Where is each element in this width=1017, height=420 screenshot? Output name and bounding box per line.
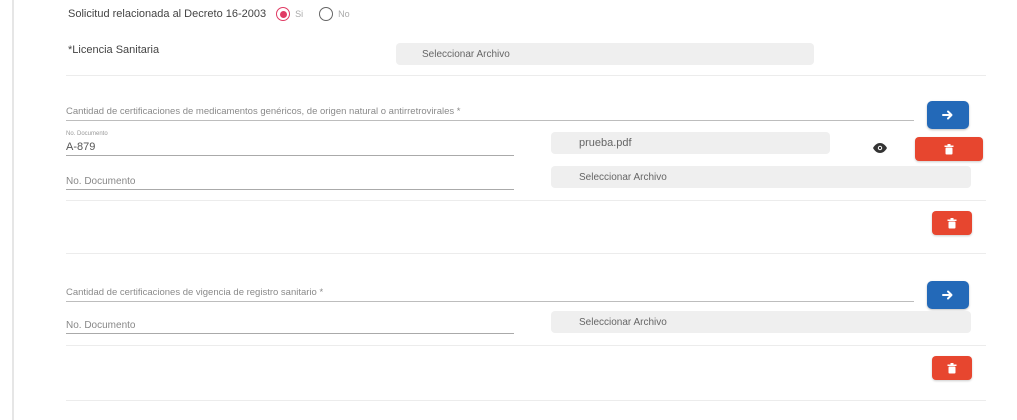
section2-add-button[interactable] [927, 281, 969, 309]
doc-value[interactable]: A-879 [66, 141, 95, 153]
arrow-right-icon [942, 110, 953, 120]
radio-option-si[interactable]: Si [276, 7, 303, 21]
uploaded-file-name: prueba.pdf [551, 132, 830, 154]
doc-input-underline [66, 189, 514, 190]
divider [66, 345, 986, 346]
divider [66, 400, 986, 401]
radio-no-label: No [338, 9, 350, 19]
arrow-right-icon [942, 290, 953, 300]
trash-icon [944, 143, 954, 154]
doc-input-placeholder[interactable]: No. Documento [66, 320, 135, 331]
licencia-label: *Licencia Sanitaria [68, 44, 160, 56]
divider [66, 200, 986, 201]
radio-si[interactable] [276, 7, 291, 21]
doc-underline [66, 155, 514, 156]
radio-no[interactable] [319, 7, 334, 21]
section2-file-button-label: Seleccionar Archivo [579, 316, 667, 328]
divider [66, 75, 986, 76]
trash-icon [947, 362, 957, 373]
section2-file-button[interactable]: Seleccionar Archivo [551, 311, 971, 333]
doc-input-underline [66, 333, 514, 334]
section2-delete-button[interactable] [932, 356, 972, 380]
delete-file-button[interactable] [915, 137, 983, 161]
section1-title: Cantidad de certificaciones de medicamen… [66, 106, 914, 121]
radio-si-label: Si [295, 9, 304, 19]
left-border [12, 0, 14, 420]
divider [66, 253, 986, 254]
trash-icon [947, 217, 957, 228]
uploaded-file-label: prueba.pdf [579, 137, 632, 149]
radio-option-no[interactable]: No [319, 7, 350, 21]
section1-add-button[interactable] [927, 101, 969, 129]
decreto-row: Solicitud relacionada al Decreto 16-2003… [68, 4, 356, 24]
section1-file-button[interactable]: Seleccionar Archivo [551, 166, 971, 188]
licencia-file-button-label: Seleccionar Archivo [422, 48, 510, 60]
section1-delete-button[interactable] [932, 211, 972, 235]
doc-small-label: No. Documento [66, 131, 108, 137]
section2-title: Cantidad de certificaciones de vigencia … [66, 287, 914, 302]
section1-file-button-label: Seleccionar Archivo [579, 171, 667, 183]
decreto-question: Solicitud relacionada al Decreto 16-2003 [68, 8, 267, 20]
eye-icon[interactable] [872, 142, 888, 154]
doc-input-placeholder[interactable]: No. Documento [66, 176, 135, 187]
licencia-file-button[interactable]: Seleccionar Archivo [396, 43, 814, 65]
